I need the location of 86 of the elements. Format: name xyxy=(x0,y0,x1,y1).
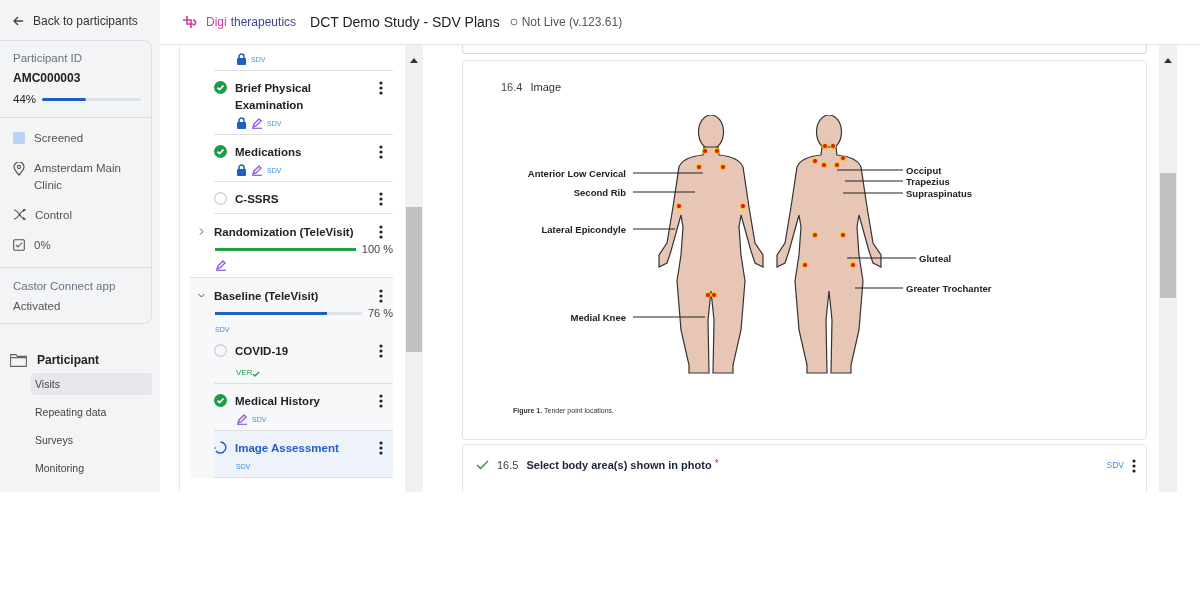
study-status: Not Live (v.123.61) xyxy=(521,15,623,29)
more-options-icon[interactable] xyxy=(379,225,383,239)
logo-text-highlight: Digi xyxy=(206,15,227,29)
form-row[interactable]: C-SSRS xyxy=(214,182,393,214)
nav-item[interactable]: Repeating data xyxy=(31,401,152,423)
visit-percent: 100 % xyxy=(361,243,393,255)
form-name: Medical History xyxy=(235,394,321,409)
participant-info: Control xyxy=(35,208,73,223)
form-name: Brief Physical Examination xyxy=(235,81,313,113)
lock-icon xyxy=(236,53,247,65)
participant-info: Screened xyxy=(34,131,84,146)
scrollbar[interactable] xyxy=(405,45,423,492)
more-options-icon[interactable] xyxy=(379,344,383,358)
scrollbar-thumb[interactable] xyxy=(1160,173,1176,298)
location-pin-icon xyxy=(13,162,25,176)
question-number: 16.5 xyxy=(497,459,519,471)
leader-line xyxy=(632,191,696,193)
participant-info: 0% xyxy=(34,238,51,253)
more-options-icon[interactable] xyxy=(379,192,383,206)
back-link[interactable]: Back to participants xyxy=(0,0,152,28)
verified-tag: VER xyxy=(236,367,253,377)
form-name: Image Assessment xyxy=(235,441,340,456)
more-options-icon[interactable] xyxy=(379,394,383,408)
nav-item[interactable]: Visits xyxy=(31,373,152,395)
study-title: DCT Demo Study - SDV Plans xyxy=(310,14,500,30)
body-point-label: Greater Trochanter xyxy=(906,283,992,294)
leader-line xyxy=(854,287,904,289)
form-row[interactable]: COVID-19 VER xyxy=(214,341,393,384)
body-point-label: Trapezius xyxy=(906,176,950,187)
logo-text: therapeutics xyxy=(230,15,297,29)
visit-percent: 76 % xyxy=(367,307,393,319)
pencil-icon xyxy=(251,117,263,129)
visit-name[interactable]: Randomization (TeleVisit) xyxy=(214,225,370,238)
scrollbar[interactable] xyxy=(1159,45,1177,492)
body-point-label: Supraspinatus xyxy=(906,188,972,199)
participant-info: Amsterdam Main Clinic xyxy=(34,161,122,193)
participant-id-label: Participant ID xyxy=(13,52,84,64)
logo-icon xyxy=(182,14,198,30)
shuffle-icon xyxy=(13,209,26,220)
question-label: Select body area(s) shown in photo xyxy=(526,459,712,471)
leader-line xyxy=(836,169,904,171)
lock-icon xyxy=(236,117,247,129)
participant-id: AMC000003 xyxy=(13,71,82,85)
more-options-icon[interactable] xyxy=(379,441,383,455)
pencil-icon xyxy=(236,413,248,425)
form-name: COVID-19 xyxy=(235,344,290,359)
form-name: Medications xyxy=(235,145,303,160)
question-label: Image xyxy=(530,81,561,93)
sdv-tag: SDV xyxy=(1106,460,1124,470)
more-options-icon[interactable] xyxy=(379,81,383,95)
more-options-icon[interactable] xyxy=(379,145,383,159)
question-number: 16.4 xyxy=(501,81,523,93)
body-point-label: Anterior Low Cervical xyxy=(527,168,626,179)
leader-line xyxy=(846,257,917,259)
scroll-up-arrow-icon[interactable] xyxy=(410,58,418,63)
leader-line xyxy=(842,192,904,194)
check-icon xyxy=(252,370,261,377)
leader-line xyxy=(632,228,676,230)
pencil-icon xyxy=(251,164,263,176)
app-status: Activated xyxy=(13,300,62,312)
scroll-up-arrow-icon[interactable] xyxy=(1164,58,1172,63)
nav-item[interactable]: Monitoring xyxy=(31,457,152,479)
scrollbar-thumb[interactable] xyxy=(406,207,422,352)
leader-line xyxy=(844,180,904,182)
arrow-left-icon xyxy=(13,15,24,26)
status-circle-icon xyxy=(509,18,518,26)
nav-item[interactable]: Surveys xyxy=(31,429,152,451)
progress-percent: 44% xyxy=(13,93,37,105)
more-options-icon[interactable] xyxy=(379,289,383,303)
folder-icon xyxy=(10,353,27,367)
body-point-label: Gluteal xyxy=(919,253,952,264)
body-point-label: Medial Knee xyxy=(570,312,626,323)
body-point-label: Lateral Epicondyle xyxy=(541,224,626,235)
leader-line xyxy=(632,172,704,174)
body-point-label: Occiput xyxy=(906,165,942,176)
visit-name[interactable]: Baseline (TeleVisit) xyxy=(214,289,370,302)
form-name: C-SSRS xyxy=(235,192,280,207)
more-options-icon[interactable] xyxy=(1132,458,1136,473)
pencil-icon xyxy=(215,259,227,271)
nav-section-title: Participant xyxy=(37,353,99,367)
app-label: Castor Connect app xyxy=(13,280,117,292)
checklist-icon xyxy=(13,239,25,251)
body-point-label: Second Rib xyxy=(573,187,626,198)
status-square-icon xyxy=(13,132,25,144)
required-mark: * xyxy=(714,458,719,469)
lock-icon xyxy=(236,164,247,176)
